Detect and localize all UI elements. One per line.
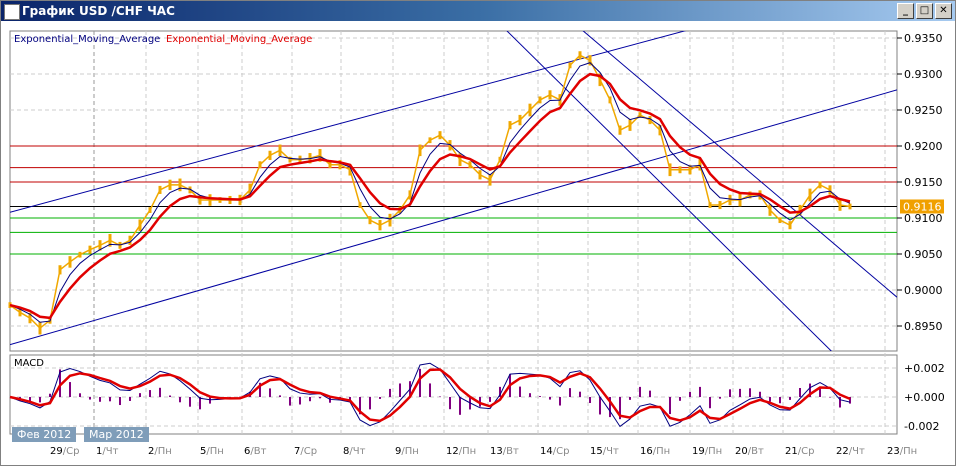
price-chart[interactable]: 0.9350 0.9300 0.9250 0.9200 0.9150 0.9100 0.90… bbox=[0, 0, 956, 466]
time-label: 14/Ср bbox=[540, 446, 569, 457]
time-label: 29/Ср bbox=[50, 446, 79, 457]
time-weekday: Пн bbox=[462, 446, 476, 457]
time-weekday: Вт bbox=[751, 446, 764, 457]
time-label: 12/Пн bbox=[446, 446, 476, 457]
time-label: 23/Пн bbox=[887, 446, 917, 457]
time-weekday: Вт bbox=[254, 446, 267, 457]
time-weekday: Чт bbox=[353, 446, 366, 457]
time-label: 7/Ср bbox=[294, 446, 317, 457]
time-label: 2/Пн bbox=[148, 446, 172, 457]
time-weekday: Пн bbox=[405, 446, 419, 457]
time-weekday: Пн bbox=[158, 446, 172, 457]
macd-tick-label: +0.000 bbox=[904, 391, 945, 404]
time-day: 15 bbox=[590, 446, 603, 457]
time-day: 12 bbox=[446, 446, 459, 457]
price-pane bbox=[9, 30, 898, 352]
time-weekday: Пн bbox=[656, 446, 670, 457]
time-label: 13/Вт bbox=[490, 446, 519, 457]
time-label: 19/Пн bbox=[692, 446, 722, 457]
price-tick-label: 0.9350 bbox=[904, 32, 943, 45]
time-day: 29 bbox=[50, 446, 63, 457]
current-price-label: 0.9116 bbox=[903, 200, 942, 213]
time-weekday: Пн bbox=[903, 446, 917, 457]
time-label: 9/Пн bbox=[395, 446, 419, 457]
time-weekday: Ср bbox=[66, 446, 79, 457]
month-tag-mar: Мар 2012 bbox=[84, 427, 149, 442]
time-label: 20/Вт bbox=[735, 446, 764, 457]
time-label: 15/Чт bbox=[590, 446, 619, 457]
macd-tick-label: -0.002 bbox=[904, 420, 939, 433]
time-day: 20 bbox=[735, 446, 748, 457]
macd-label: MACD bbox=[14, 358, 44, 369]
macd-tick-label: +0.002 bbox=[904, 362, 945, 375]
time-weekday: Вт bbox=[506, 446, 519, 457]
time-day: 13 bbox=[490, 446, 503, 457]
price-tick-label: 0.9250 bbox=[904, 104, 943, 117]
price-tick-label: 0.9150 bbox=[904, 176, 943, 189]
legend-ema-slow: Exponential_Moving_Average bbox=[166, 34, 312, 45]
time-label: 1/Чт bbox=[96, 446, 119, 457]
time-weekday: Чт bbox=[606, 446, 619, 457]
time-weekday: Ср bbox=[304, 446, 317, 457]
time-day: 21 bbox=[785, 446, 798, 457]
time-weekday: Пн bbox=[708, 446, 722, 457]
time-label: 8/Чт bbox=[343, 446, 366, 457]
legend-ema-fast: Exponential_Moving_Average bbox=[14, 34, 160, 45]
time-label: 22/Чт bbox=[836, 446, 865, 457]
time-label: 16/Пн bbox=[640, 446, 670, 457]
time-label: 5/Пн bbox=[200, 446, 224, 457]
time-weekday: Чт bbox=[852, 446, 865, 457]
time-day: 14 bbox=[540, 446, 553, 457]
time-weekday: Чт bbox=[106, 446, 119, 457]
time-label: 21/Ср bbox=[785, 446, 814, 457]
time-day: 22 bbox=[836, 446, 849, 457]
month-tag-feb: Фев 2012 bbox=[12, 427, 77, 442]
price-tick-label: 0.8950 bbox=[904, 320, 943, 333]
macd-pane bbox=[9, 354, 898, 435]
time-label: 6/Вт bbox=[244, 446, 267, 457]
time-day: 19 bbox=[692, 446, 705, 457]
time-weekday: Ср bbox=[556, 446, 569, 457]
time-weekday: Пн bbox=[210, 446, 224, 457]
time-day: 23 bbox=[887, 446, 900, 457]
price-tick-label: 0.9050 bbox=[904, 248, 943, 261]
price-tick-label: 0.9100 bbox=[904, 212, 943, 225]
time-weekday: Ср bbox=[801, 446, 814, 457]
price-tick-label: 0.9200 bbox=[904, 140, 943, 153]
time-day: 16 bbox=[640, 446, 653, 457]
price-tick-label: 0.9000 bbox=[904, 284, 943, 297]
price-tick-label: 0.9300 bbox=[904, 68, 943, 81]
